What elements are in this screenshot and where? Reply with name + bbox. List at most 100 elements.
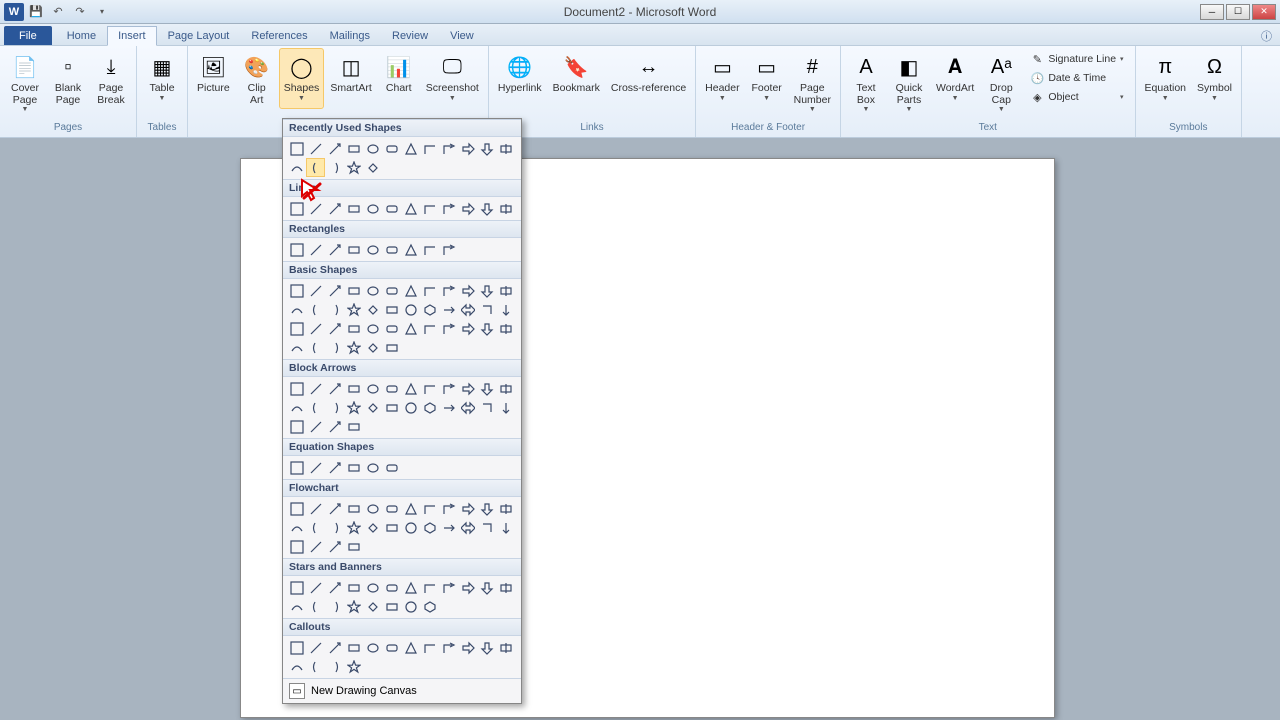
shape-item[interactable] xyxy=(325,417,344,436)
shape-item[interactable] xyxy=(401,281,420,300)
shape-item[interactable] xyxy=(382,458,401,477)
shape-item[interactable] xyxy=(344,398,363,417)
shape-item[interactable] xyxy=(382,338,401,357)
ribbon-help-icon[interactable]: ⓘ xyxy=(1261,28,1272,44)
tab-review[interactable]: Review xyxy=(381,26,439,45)
table-button[interactable]: ▦Table▼ xyxy=(141,48,183,105)
drop-cap-button[interactable]: AᵃDropCap▼ xyxy=(980,48,1022,116)
object-button[interactable]: ◈Object▾ xyxy=(1025,88,1128,106)
shape-item[interactable] xyxy=(325,458,344,477)
shape-item[interactable] xyxy=(401,638,420,657)
shape-item[interactable] xyxy=(363,398,382,417)
qat-redo-icon[interactable]: ↷ xyxy=(70,3,90,21)
shape-item[interactable] xyxy=(325,597,344,616)
cover-page-button[interactable]: 📄CoverPage▼ xyxy=(4,48,46,116)
shape-item[interactable] xyxy=(344,638,363,657)
shape-item[interactable] xyxy=(477,578,496,597)
shape-item[interactable] xyxy=(287,300,306,319)
tab-page-layout[interactable]: Page Layout xyxy=(157,26,241,45)
shape-item[interactable] xyxy=(325,578,344,597)
shape-item[interactable] xyxy=(382,281,401,300)
shape-item[interactable] xyxy=(344,657,363,676)
footer-button[interactable]: ▭Footer▼ xyxy=(746,48,788,116)
shape-item[interactable] xyxy=(496,199,515,218)
shape-item[interactable] xyxy=(344,379,363,398)
picture-button[interactable]: 🖼Picture xyxy=(192,48,235,109)
shape-item[interactable] xyxy=(344,578,363,597)
shape-item[interactable] xyxy=(420,139,439,158)
shape-item[interactable] xyxy=(496,300,515,319)
shape-item[interactable] xyxy=(439,139,458,158)
shape-item[interactable] xyxy=(363,319,382,338)
shape-item[interactable] xyxy=(458,518,477,537)
shape-item[interactable] xyxy=(363,597,382,616)
header-button[interactable]: ▭Header▼ xyxy=(700,48,744,116)
shape-item[interactable] xyxy=(439,499,458,518)
shape-item[interactable] xyxy=(496,281,515,300)
shape-item[interactable] xyxy=(363,638,382,657)
shape-item[interactable] xyxy=(325,199,344,218)
shape-item[interactable] xyxy=(287,537,306,556)
shape-item[interactable] xyxy=(287,158,306,177)
shape-item[interactable] xyxy=(382,300,401,319)
shape-item[interactable] xyxy=(496,638,515,657)
shape-item[interactable] xyxy=(325,338,344,357)
clip-art-button[interactable]: 🎨ClipArt xyxy=(236,48,278,109)
shape-item[interactable] xyxy=(420,240,439,259)
screenshot-button[interactable]: 🖵Screenshot▼ xyxy=(421,48,484,109)
shape-item[interactable] xyxy=(287,499,306,518)
shape-item[interactable] xyxy=(439,638,458,657)
shape-item[interactable] xyxy=(306,537,325,556)
quick-parts-button[interactable]: ◧QuickParts▼ xyxy=(888,48,930,116)
shape-item[interactable] xyxy=(306,638,325,657)
shape-item[interactable] xyxy=(420,518,439,537)
hyperlink-button[interactable]: 🌐Hyperlink xyxy=(493,48,547,98)
shape-item[interactable] xyxy=(439,240,458,259)
shape-item[interactable] xyxy=(344,199,363,218)
close-button[interactable]: ✕ xyxy=(1252,4,1276,20)
shape-item[interactable] xyxy=(477,139,496,158)
shape-item[interactable] xyxy=(306,398,325,417)
shape-item[interactable] xyxy=(382,597,401,616)
shape-item[interactable] xyxy=(401,597,420,616)
shape-item[interactable] xyxy=(325,319,344,338)
shape-item[interactable] xyxy=(363,458,382,477)
minimize-button[interactable]: ─ xyxy=(1200,4,1224,20)
shape-item[interactable] xyxy=(477,518,496,537)
shape-item[interactable] xyxy=(439,300,458,319)
shape-item[interactable] xyxy=(344,499,363,518)
shape-item[interactable] xyxy=(344,300,363,319)
shape-item[interactable] xyxy=(401,578,420,597)
shape-item[interactable] xyxy=(401,518,420,537)
shape-item[interactable] xyxy=(382,139,401,158)
shape-item[interactable] xyxy=(325,657,344,676)
tab-file[interactable]: File xyxy=(4,26,52,45)
shape-item[interactable] xyxy=(420,199,439,218)
shape-item[interactable] xyxy=(306,417,325,436)
shape-item[interactable] xyxy=(306,578,325,597)
shape-item[interactable] xyxy=(382,518,401,537)
cross-reference-button[interactable]: ↔Cross-reference xyxy=(606,48,691,98)
shape-item[interactable] xyxy=(477,319,496,338)
shape-item[interactable] xyxy=(382,578,401,597)
shape-item[interactable] xyxy=(306,379,325,398)
signature-line-button[interactable]: ✎Signature Line▾ xyxy=(1025,50,1128,68)
shape-item[interactable] xyxy=(325,518,344,537)
shape-item[interactable] xyxy=(401,398,420,417)
shape-item[interactable] xyxy=(325,300,344,319)
shape-item[interactable] xyxy=(420,300,439,319)
shape-item[interactable] xyxy=(458,281,477,300)
shape-item[interactable] xyxy=(496,578,515,597)
shape-item[interactable] xyxy=(458,578,477,597)
shape-item[interactable] xyxy=(496,379,515,398)
shape-item[interactable] xyxy=(344,417,363,436)
shape-item[interactable] xyxy=(344,240,363,259)
shape-item[interactable] xyxy=(306,300,325,319)
shape-item[interactable] xyxy=(477,398,496,417)
shape-item[interactable] xyxy=(439,379,458,398)
shape-item[interactable] xyxy=(344,537,363,556)
shape-item[interactable] xyxy=(382,319,401,338)
tab-view[interactable]: View xyxy=(439,26,485,45)
shape-item[interactable] xyxy=(382,240,401,259)
shape-item[interactable] xyxy=(325,240,344,259)
